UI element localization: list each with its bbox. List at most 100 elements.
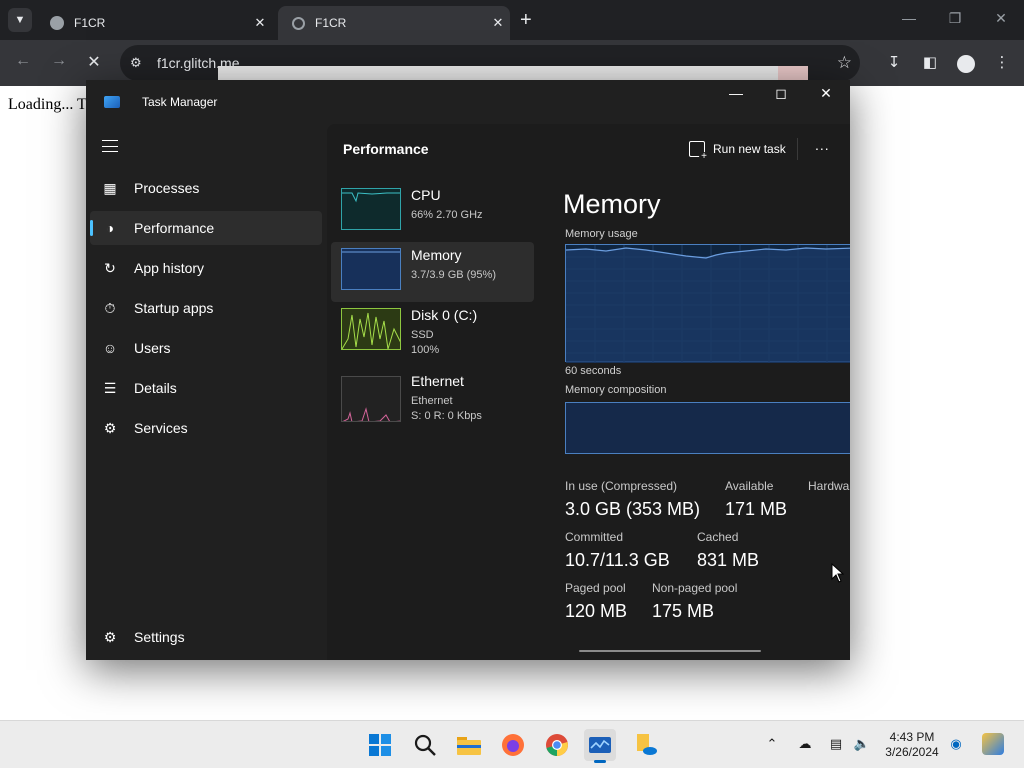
perf-item-detail-2: S: 0 R: 0 Kbps	[411, 410, 482, 422]
minimize-icon[interactable]: —	[726, 85, 746, 101]
run-new-task-button[interactable]: Run new task	[689, 141, 786, 162]
hamburger-menu-icon[interactable]	[102, 140, 118, 152]
menu-kebab-icon[interactable]: ⋮	[991, 53, 1013, 71]
side-panel-icon[interactable]: ◧	[919, 53, 941, 71]
magnifier	[414, 734, 436, 756]
title-bar: Task Manager — ◻ ✕	[86, 80, 850, 124]
available-value: 171 MB	[725, 499, 788, 519]
sidebar-item-performance[interactable]: ◑ Performance	[90, 211, 322, 245]
horizontal-scrollbar[interactable]	[579, 650, 761, 652]
site-info-icon[interactable]: ⚙	[130, 55, 142, 71]
sidebar-item-label: Services	[134, 420, 188, 436]
details-icon: ☰	[103, 379, 117, 396]
clock[interactable]: 4:43 PM 3/26/2024	[876, 730, 948, 760]
clock-date: 3/26/2024	[885, 745, 939, 759]
loading-icon	[292, 16, 305, 30]
profile-avatar-icon[interactable]	[957, 55, 975, 73]
services-icon: ⚙	[103, 419, 117, 436]
start-icon[interactable]	[364, 729, 396, 761]
clock-time: 4:43 PM	[889, 730, 935, 744]
perf-item-detail: SSD	[411, 329, 434, 341]
perf-item-cpu[interactable]: CPU 66% 2.70 GHz	[331, 182, 534, 242]
close-icon[interactable]: ✕	[816, 85, 836, 102]
close-tab-icon[interactable]: ✕	[248, 15, 272, 31]
time-span-label: 60 seconds	[565, 365, 622, 377]
memory-usage-graph	[565, 244, 850, 363]
notification-bell-icon[interactable]: ◉	[947, 736, 965, 752]
page-title: Performance	[343, 141, 429, 157]
memory-usage-label: Memory usage	[565, 228, 638, 240]
onedrive-tray-icon[interactable]: ☁	[796, 736, 814, 752]
perf-item-disk[interactable]: Disk 0 (C:) SSD 100%	[331, 302, 534, 362]
browser-tab-1[interactable]: F1CR ✕	[36, 6, 272, 40]
globe-icon	[50, 16, 64, 30]
cpu-sparkline	[342, 192, 400, 203]
paged-pool-label: Paged pool	[565, 581, 626, 595]
onedrive-icon[interactable]	[630, 729, 662, 761]
bookmark-star-icon[interactable]: ☆	[837, 53, 852, 73]
in-use-label: In use (Compressed)	[565, 479, 678, 493]
sidebar-item-startup-apps[interactable]: ⏱ Startup apps	[90, 291, 322, 325]
ethernet-thumbnail-graph	[341, 376, 401, 422]
sidebar-item-services[interactable]: ⚙ Services	[90, 411, 322, 445]
non-paged-pool-label: Non-paged pool	[652, 581, 738, 595]
perf-item-name: Memory	[411, 247, 462, 263]
background-popup	[218, 66, 808, 80]
in-use-value: 3.0 GB (353 MB)	[565, 499, 701, 519]
cpu-thumbnail-graph	[341, 188, 401, 230]
sidebar-item-label: App history	[134, 260, 205, 276]
divider	[797, 138, 798, 160]
settings-gear-icon: ⚙	[103, 628, 117, 645]
perf-item-detail: Ethernet	[411, 395, 453, 407]
maximize-icon[interactable]: ◻	[771, 85, 791, 102]
browser-tab-2[interactable]: F1CR ✕	[278, 6, 510, 40]
more-options-button[interactable]: ...	[815, 137, 830, 153]
perf-item-memory[interactable]: Memory 3.7/3.9 GB (95%)	[331, 242, 534, 302]
stop-loading-icon[interactable]: ✕	[83, 52, 105, 72]
tab-search-button[interactable]: ▼	[8, 8, 32, 32]
memory-sparkline	[342, 251, 400, 253]
perf-item-name: CPU	[411, 187, 441, 203]
processes-icon: ▦	[103, 179, 117, 196]
perf-item-detail: 3.7/3.9 GB (95%)	[411, 269, 496, 281]
minimize-icon[interactable]: —	[899, 10, 919, 26]
firefox-icon[interactable]	[497, 729, 529, 761]
app-history-icon: ↻	[104, 259, 116, 276]
show-hidden-icons-chevron-icon[interactable]: ⌃	[763, 736, 781, 752]
download-icon[interactable]: ↧	[883, 53, 905, 71]
back-icon[interactable]: ←	[12, 52, 34, 70]
sidebar-item-processes[interactable]: ▦ Processes	[90, 171, 322, 205]
close-window-icon[interactable]: ✕	[991, 10, 1011, 27]
sidebar-item-label: Users	[134, 340, 171, 356]
search-icon[interactable]	[409, 729, 441, 761]
copilot-icon[interactable]	[982, 733, 1004, 755]
memory-composition-bar	[565, 402, 850, 454]
sidebar-item-label: Settings	[134, 629, 185, 645]
memory-composition-label: Memory composition	[565, 384, 667, 396]
file-explorer-icon[interactable]	[453, 729, 485, 761]
run-task-icon	[689, 141, 709, 162]
task-manager-icon[interactable]	[584, 729, 616, 763]
perf-item-ethernet[interactable]: Ethernet Ethernet S: 0 R: 0 Kbps	[331, 368, 534, 428]
memory-title: Memory	[563, 189, 661, 219]
new-tab-button[interactable]: +	[520, 9, 532, 31]
close-tab-icon[interactable]: ✕	[486, 15, 510, 31]
restore-icon[interactable]: ❐	[945, 10, 965, 27]
sidebar-item-label: Performance	[134, 220, 215, 236]
forward-icon[interactable]: →	[48, 52, 70, 70]
volume-muted-icon[interactable]: 🔈	[853, 736, 871, 752]
page-loading-text: Loading... T	[8, 96, 87, 113]
tab-title: F1CR	[315, 16, 347, 30]
startup-apps-icon: ⏱	[104, 299, 116, 316]
sidebar-item-app-history[interactable]: ↻ App history	[90, 251, 322, 285]
sidebar-item-users[interactable]: ☺ Users	[90, 331, 322, 365]
paged-pool-value: 120 MB	[565, 601, 628, 621]
sidebar-item-details[interactable]: ☰ Details	[90, 371, 322, 405]
perf-item-detail: 66% 2.70 GHz	[411, 209, 483, 221]
sidebar: ▦ Processes ◑ Performance ↻ App history …	[86, 124, 327, 660]
sidebar-item-settings[interactable]: ⚙ Settings	[90, 620, 322, 654]
firefox-logo	[502, 734, 524, 756]
network-icon[interactable]: ▤	[827, 736, 845, 752]
ethernet-sparkline	[342, 407, 400, 421]
chrome-icon[interactable]	[541, 729, 573, 761]
